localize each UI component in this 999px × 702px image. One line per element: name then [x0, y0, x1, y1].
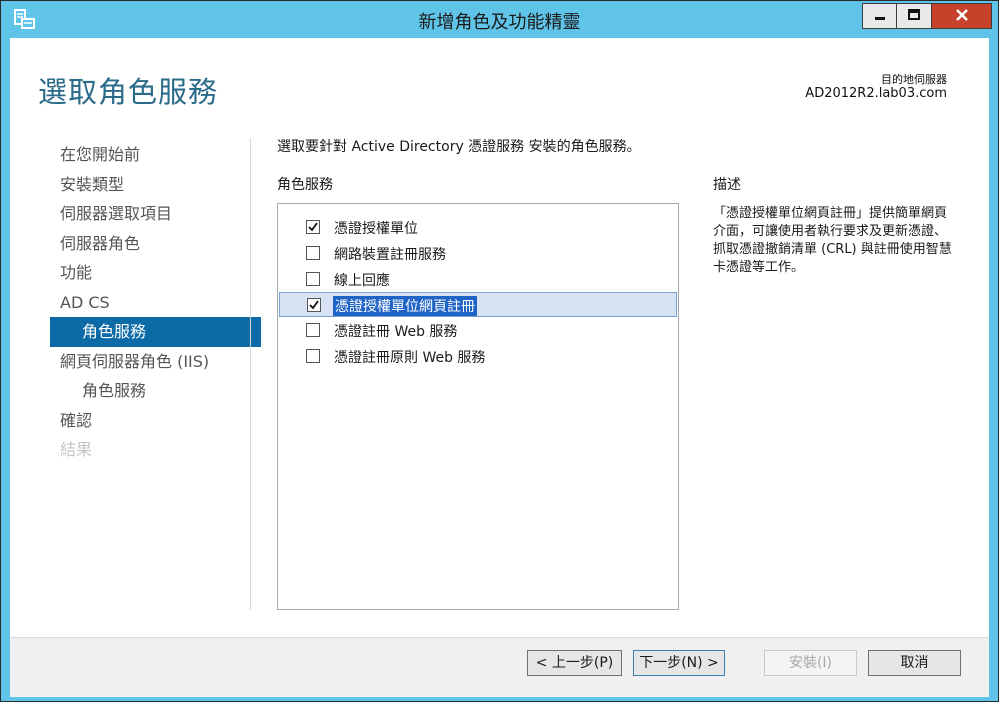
role-label: 線上回應 [334, 273, 390, 289]
destination-server-name: AD2012R2.lab03.com [805, 86, 947, 101]
role-item-ca-web-enrollment[interactable]: 憑證授權單位網頁註冊 [279, 292, 677, 317]
nav-item-ad-cs[interactable]: AD CS [50, 288, 250, 318]
role-services-list[interactable]: 憑證授權單位 網路裝置註冊服務 線上回應 憑證授權單位網頁註冊 憑證註冊 Web… [277, 203, 679, 610]
nav-item-before-you-begin[interactable]: 在您開始前 [50, 140, 250, 170]
role-label: 憑證授權單位 [334, 221, 418, 237]
nav-item-features[interactable]: 功能 [50, 258, 250, 288]
wizard-nav: 在您開始前 安裝類型 伺服器選取項目 伺服器角色 功能 AD CS 角色服務 網… [50, 140, 261, 465]
role-checkbox[interactable] [306, 323, 320, 337]
instruction-text: 選取要針對 Active Directory 憑證服務 安裝的角色服務。 [277, 139, 641, 155]
wizard-footer: < 上一步(P) 下一步(N) > 安裝(I) 取消 [10, 638, 989, 697]
nav-divider [250, 138, 251, 610]
page-title: 選取角色服務 [38, 75, 219, 109]
role-label: 憑證授權單位網頁註冊 [333, 296, 477, 316]
role-checkbox[interactable] [306, 246, 320, 260]
install-button: 安裝(I) [764, 650, 857, 676]
minimize-icon [873, 7, 887, 26]
role-label: 憑證註冊原則 Web 服務 [334, 350, 486, 366]
maximize-icon [907, 7, 921, 26]
role-label: 網路裝置註冊服務 [334, 247, 446, 263]
destination-server-label: 目的地伺服器 [881, 73, 947, 86]
role-item-network-device-enrollment[interactable]: 網路裝置註冊服務 [279, 241, 677, 266]
description-text: 「憑證授權單位網頁註冊」提供簡單網頁介面，可讓使用者執行要求及更新憑證、抓取憑證… [713, 206, 952, 275]
nav-item-iis-role-services[interactable]: 角色服務 [50, 376, 250, 406]
role-item-online-responder[interactable]: 線上回應 [279, 267, 677, 292]
role-item-certification-authority[interactable]: 憑證授權單位 [279, 215, 677, 240]
minimize-button[interactable] [862, 3, 897, 29]
next-button[interactable]: 下一步(N) > [633, 650, 725, 676]
close-icon [955, 7, 969, 26]
title-bar[interactable]: 新增角色及功能精靈 [1, 1, 998, 38]
window-title: 新增角色及功能精靈 [418, 12, 581, 33]
nav-item-server-roles[interactable]: 伺服器角色 [50, 229, 250, 259]
role-checkbox[interactable] [306, 272, 320, 286]
role-label: 憑證註冊 Web 服務 [334, 324, 458, 340]
maximize-button[interactable] [897, 3, 932, 29]
role-item-enrollment-web-service[interactable]: 憑證註冊 Web 服務 [279, 318, 677, 343]
nav-item-web-server-role[interactable]: 網頁伺服器角色 (IIS) [50, 347, 250, 377]
role-item-enrollment-policy-web-service[interactable]: 憑證註冊原則 Web 服務 [279, 344, 677, 369]
nav-item-installation-type[interactable]: 安裝類型 [50, 170, 250, 200]
role-checkbox[interactable] [307, 298, 321, 312]
description-header: 描述 [713, 177, 741, 193]
nav-item-confirmation[interactable]: 確認 [50, 406, 250, 436]
nav-item-server-selection[interactable]: 伺服器選取項目 [50, 199, 250, 229]
wizard-content: 選取角色服務 目的地伺服器 AD2012R2.lab03.com 在您開始前 安… [10, 38, 989, 697]
roles-header: 角色服務 [277, 177, 333, 193]
cancel-button[interactable]: 取消 [868, 650, 961, 676]
nav-item-results: 結果 [60, 440, 93, 459]
nav-item-ad-cs-role-services[interactable]: 角色服務 [50, 317, 261, 347]
previous-button[interactable]: < 上一步(P) [527, 650, 622, 676]
role-checkbox[interactable] [306, 220, 320, 234]
close-button[interactable] [932, 3, 992, 29]
role-checkbox[interactable] [306, 349, 320, 363]
wizard-window: 新增角色及功能精靈 選取角色服務 目的地伺服器 AD2012R2.lab03.c… [0, 0, 999, 702]
